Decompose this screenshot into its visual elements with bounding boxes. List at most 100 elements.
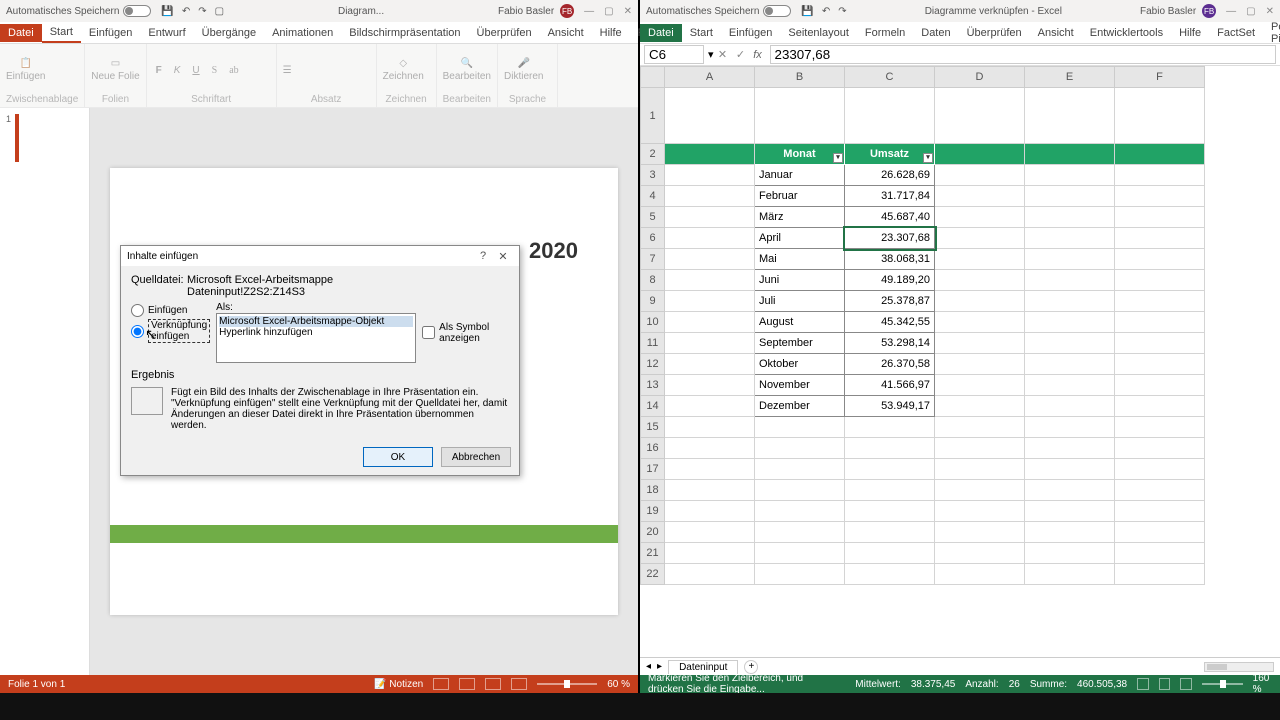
list-item-hyperlink[interactable]: Hyperlink hinzufügen [219, 327, 413, 338]
list-item-object[interactable]: Microsoft Excel-Arbeitsmappe-Objekt [219, 316, 413, 327]
cell-month[interactable]: Oktober [755, 354, 845, 375]
cell-empty[interactable] [1025, 522, 1115, 543]
cell-empty[interactable] [1025, 88, 1115, 144]
cell-empty[interactable] [1025, 417, 1115, 438]
cell-empty[interactable] [1115, 543, 1205, 564]
paste-icon[interactable]: 📋 [20, 58, 32, 69]
cell-empty[interactable] [845, 438, 935, 459]
tab-ueberpruefen[interactable]: Überprüfen [469, 24, 540, 42]
col-header[interactable]: B [755, 67, 845, 88]
tab-formeln[interactable]: Formeln [857, 24, 913, 42]
row-header[interactable]: 9 [641, 291, 665, 312]
mic-icon[interactable]: 🎤 [518, 58, 530, 69]
fx-icon[interactable]: fx [750, 49, 766, 61]
bold-icon[interactable]: F [153, 65, 165, 76]
cell-empty[interactable] [1025, 207, 1115, 228]
sheet-nav-last-icon[interactable]: ▸ [657, 661, 662, 672]
cell-month[interactable]: Juni [755, 270, 845, 291]
cell-umsatz[interactable]: 26.370,58 [845, 354, 935, 375]
cell-empty[interactable] [845, 480, 935, 501]
tab-ansicht[interactable]: Ansicht [1030, 24, 1082, 42]
cell-empty[interactable] [935, 144, 1025, 165]
minimize-icon[interactable]: — [1226, 6, 1236, 17]
row-header[interactable]: 10 [641, 312, 665, 333]
row-header[interactable]: 14 [641, 396, 665, 417]
cell-empty[interactable] [1025, 564, 1115, 585]
cell-empty[interactable] [935, 459, 1025, 480]
zoom-slider[interactable] [537, 683, 597, 685]
cell-empty[interactable] [1115, 480, 1205, 501]
tab-start[interactable]: Start [682, 24, 721, 42]
cell-empty[interactable] [755, 438, 845, 459]
row-header[interactable]: 18 [641, 480, 665, 501]
find-icon[interactable]: 🔍 [461, 58, 473, 69]
as-listbox[interactable]: Microsoft Excel-Arbeitsmappe-Objekt Hype… [216, 313, 416, 363]
cell-empty[interactable] [1115, 459, 1205, 480]
cell-empty[interactable] [665, 564, 755, 585]
col-header[interactable]: D [935, 67, 1025, 88]
notes-button[interactable]: 📝 Notizen [374, 679, 423, 690]
tab-hilfe[interactable]: Hilfe [592, 24, 630, 42]
cell-empty[interactable] [755, 543, 845, 564]
cell-empty[interactable] [1115, 249, 1205, 270]
cell-empty[interactable] [665, 417, 755, 438]
shadow-icon[interactable]: ab [226, 65, 241, 76]
new-sheet-icon[interactable]: + [744, 660, 758, 674]
cell-empty[interactable] [1025, 543, 1115, 564]
cell-empty[interactable] [1115, 501, 1205, 522]
cell-month[interactable]: Mai [755, 249, 845, 270]
cell-empty[interactable] [935, 88, 1025, 144]
cell-empty[interactable] [1115, 270, 1205, 291]
row-header[interactable]: 8 [641, 270, 665, 291]
cell-empty[interactable] [935, 417, 1025, 438]
cell-umsatz[interactable]: 41.566,97 [845, 375, 935, 396]
redo-icon[interactable]: ↷ [198, 6, 206, 17]
cell-month[interactable]: August [755, 312, 845, 333]
row-header[interactable]: 15 [641, 417, 665, 438]
cell-empty[interactable] [665, 186, 755, 207]
cell-empty[interactable] [665, 144, 755, 165]
tab-start[interactable]: Start [42, 23, 81, 43]
cell-empty[interactable] [755, 417, 845, 438]
underline-icon[interactable]: U [189, 65, 202, 76]
minimize-icon[interactable]: — [584, 6, 594, 17]
zoom-slider[interactable] [1202, 683, 1243, 685]
tab-einfuegen[interactable]: Einfügen [81, 24, 140, 42]
start-show-icon[interactable]: ▢ [215, 6, 224, 17]
cell-empty[interactable] [1025, 501, 1115, 522]
cell-empty[interactable] [1025, 354, 1115, 375]
cell-umsatz[interactable]: 31.717,84 [845, 186, 935, 207]
cell-empty[interactable] [845, 459, 935, 480]
cell-empty[interactable] [665, 88, 755, 144]
cell-empty[interactable] [1115, 375, 1205, 396]
tab-entwickler[interactable]: Entwicklertools [1082, 24, 1171, 42]
view-layout-icon[interactable] [1159, 678, 1171, 690]
tab-powerpivot[interactable]: Power Pivot [1263, 18, 1280, 48]
cell-empty[interactable] [755, 522, 845, 543]
cell-empty[interactable] [1025, 459, 1115, 480]
cell-empty[interactable] [1025, 186, 1115, 207]
cell-empty[interactable] [935, 564, 1025, 585]
cell-empty[interactable] [845, 417, 935, 438]
cell-empty[interactable] [755, 88, 845, 144]
cell-empty[interactable] [755, 501, 845, 522]
cell-month[interactable]: November [755, 375, 845, 396]
cell-umsatz[interactable]: 25.378,87 [845, 291, 935, 312]
cancel-button[interactable]: Abbrechen [441, 447, 511, 467]
cell-empty[interactable] [1115, 207, 1205, 228]
cell-umsatz[interactable]: 49.189,20 [845, 270, 935, 291]
new-slide-icon[interactable]: ▭ [111, 58, 120, 69]
tab-animationen[interactable]: Animationen [264, 24, 341, 42]
cell-empty[interactable] [935, 522, 1025, 543]
cell-empty[interactable] [665, 396, 755, 417]
cell-empty[interactable] [665, 354, 755, 375]
row-header[interactable]: 4 [641, 186, 665, 207]
cell-empty[interactable] [755, 480, 845, 501]
tab-hilfe[interactable]: Hilfe [1171, 24, 1209, 42]
radio-verknuepfung[interactable]: Verknüpfung einfügen [131, 319, 210, 343]
undo-icon[interactable]: ↶ [182, 6, 190, 17]
ok-button[interactable]: OK [363, 447, 433, 467]
cancel-formula-icon[interactable]: ✕ [714, 48, 732, 61]
cell-empty[interactable] [935, 165, 1025, 186]
close-icon[interactable]: ✕ [624, 6, 632, 17]
